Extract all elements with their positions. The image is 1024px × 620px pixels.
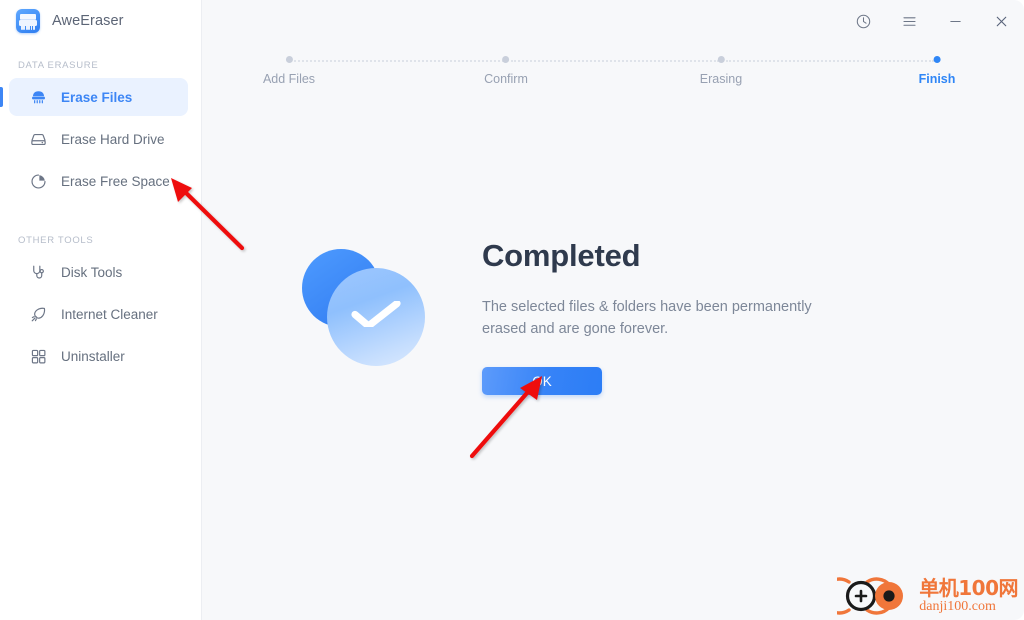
stepper-step-add-files[interactable]: Add Files xyxy=(263,56,315,86)
sidebar-section-label-other-tools: OTHER TOOLS xyxy=(18,235,94,246)
step-label: Add Files xyxy=(262,72,316,86)
piechart-icon xyxy=(28,171,48,191)
step-label: Confirm xyxy=(484,72,528,86)
stepper-connector xyxy=(294,59,504,62)
menu-icon[interactable] xyxy=(886,0,932,42)
watermark-logo-icon xyxy=(837,577,904,615)
step-dot xyxy=(933,56,941,63)
sidebar-item-internet-cleaner[interactable]: Internet Cleaner xyxy=(9,295,188,333)
sidebar-item-label: Erase Free Space xyxy=(61,173,170,189)
close-icon[interactable] xyxy=(978,0,1024,42)
stepper-step-finish[interactable]: Finish xyxy=(918,56,956,86)
titlebar-controls xyxy=(840,0,1024,42)
brand: AweEraser xyxy=(0,0,201,42)
sidebar-item-label: Uninstaller xyxy=(61,348,125,364)
watermark-cn-text: 单机100网 xyxy=(919,576,1018,600)
stepper-step-erasing[interactable]: Erasing xyxy=(700,56,742,86)
sidebar-item-label: Erase Files xyxy=(61,89,133,105)
minimize-icon[interactable] xyxy=(932,0,978,42)
step-label: Erasing xyxy=(699,72,743,86)
ok-button[interactable]: OK xyxy=(482,367,602,395)
app-window: AweEraser DATA ERASURE Erase Files Erase… xyxy=(0,0,1024,620)
stepper-connector xyxy=(726,59,934,62)
step-dot xyxy=(502,56,510,63)
page-title: Completed xyxy=(482,238,641,273)
watermark: 单机100网 danji100.com xyxy=(837,574,1018,618)
sidebar-item-erase-files[interactable]: Erase Files xyxy=(0,78,188,116)
rocket-icon xyxy=(28,304,48,324)
shredder-icon xyxy=(16,9,40,33)
icon-front-circle xyxy=(327,268,425,366)
shredder-icon xyxy=(28,87,48,107)
completion-text: Completed The selected files & folders h… xyxy=(482,238,852,395)
sidebar-item-erase-hard-drive[interactable]: Erase Hard Drive xyxy=(9,120,188,158)
sidebar-item-uninstaller[interactable]: Uninstaller xyxy=(9,337,188,375)
grid-icon xyxy=(28,346,48,366)
watermark-en-text: danji100.com xyxy=(919,599,996,614)
step-label: Finish xyxy=(918,72,956,86)
completion-panel: Completed The selected files & folders h… xyxy=(296,238,896,408)
checkmark-icon xyxy=(351,301,401,327)
sidebar: AweEraser DATA ERASURE Erase Files Erase… xyxy=(0,0,202,620)
app-title: AweEraser xyxy=(52,13,124,29)
harddrive-icon xyxy=(28,129,48,149)
sidebar-item-disk-tools[interactable]: Disk Tools xyxy=(9,253,188,291)
check-circle-icon xyxy=(296,246,428,376)
sidebar-item-label: Erase Hard Drive xyxy=(61,131,165,147)
sidebar-item-label: Internet Cleaner xyxy=(61,306,158,322)
stepper-connector xyxy=(511,59,719,62)
sidebar-item-erase-free-space[interactable]: Erase Free Space xyxy=(9,162,188,200)
completion-description: The selected files & folders have been p… xyxy=(482,299,812,337)
stepper-step-confirm[interactable]: Confirm xyxy=(484,56,528,86)
history-icon[interactable] xyxy=(840,0,886,42)
step-dot xyxy=(717,56,725,63)
sidebar-item-label: Disk Tools xyxy=(61,264,123,280)
stethoscope-icon xyxy=(28,262,48,282)
step-dot xyxy=(285,56,293,63)
sidebar-section-label-data-erasure: DATA ERASURE xyxy=(18,60,99,71)
